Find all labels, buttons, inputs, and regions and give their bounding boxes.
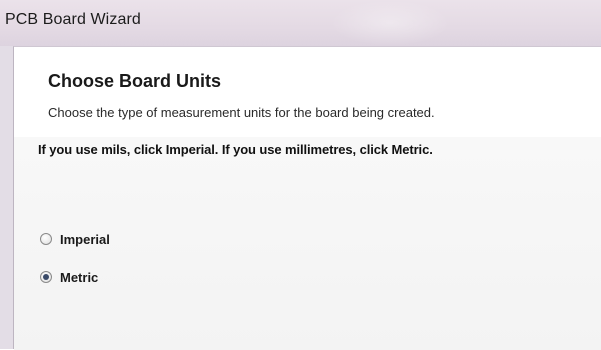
wizard-page: Choose Board Units Choose the type of me…	[13, 46, 601, 350]
metric-label[interactable]: Metric	[60, 270, 98, 285]
imperial-radio[interactable]	[40, 233, 52, 245]
pcb-board-wizard-window: PCB Board Wizard Choose Board Units Choo…	[0, 0, 601, 350]
imperial-label[interactable]: Imperial	[60, 232, 110, 247]
page-heading: Choose Board Units	[48, 71, 222, 91]
title-bar[interactable]: PCB Board Wizard	[0, 0, 601, 46]
units-instruction: If you use mils, click Imperial. If you …	[38, 142, 433, 157]
window-title: PCB Board Wizard	[5, 11, 141, 28]
wizard-header: Choose Board Units Choose the type of me…	[14, 47, 601, 135]
imperial-option[interactable]: Imperial	[40, 230, 110, 248]
page-subheading: Choose the type of measurement units for…	[48, 105, 435, 120]
metric-option[interactable]: Metric	[40, 268, 98, 286]
title-bar-glow	[330, 0, 450, 46]
metric-radio[interactable]	[40, 271, 52, 283]
